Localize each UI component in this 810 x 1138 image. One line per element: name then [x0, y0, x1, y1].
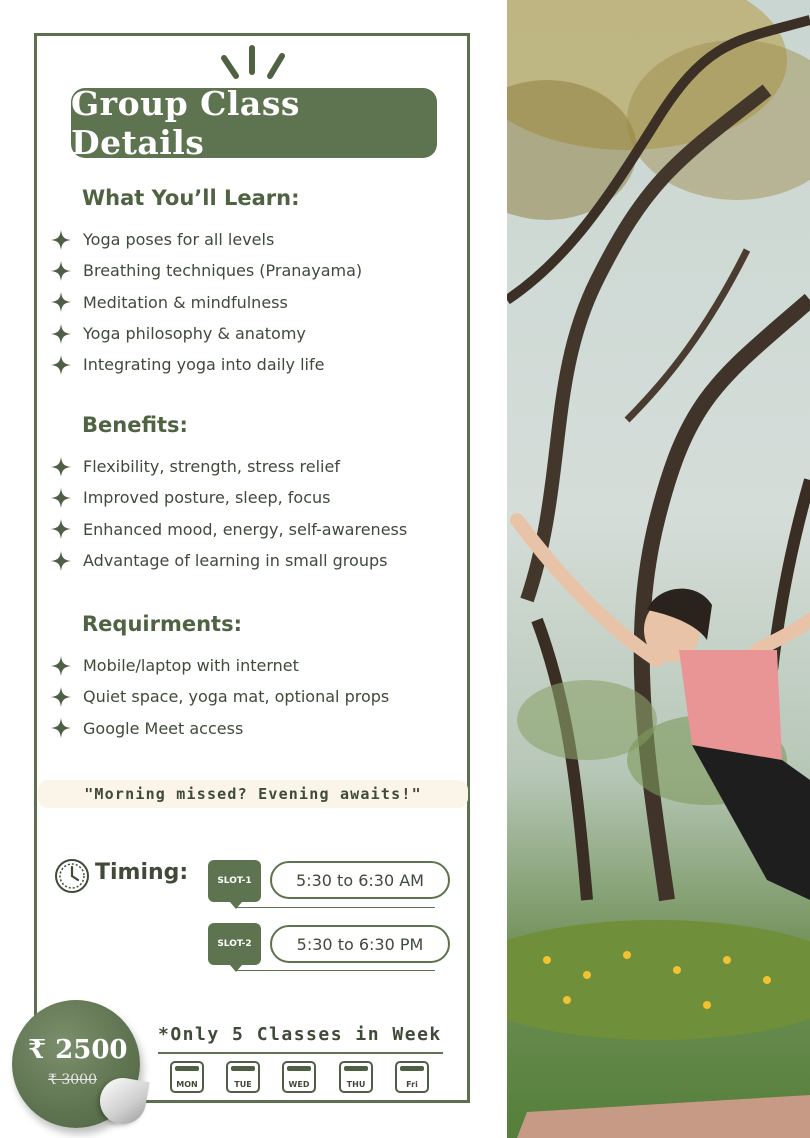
sparkle-star-icon [51, 260, 71, 281]
sparkle-star-icon [51, 655, 71, 676]
list-item-text: Integrating yoga into daily life [83, 355, 325, 375]
sparkle-star-icon [51, 686, 71, 707]
list-item-text: Quiet space, yoga mat, optional props [83, 687, 390, 707]
list-item: Enhanced mood, energy, self-awareness [50, 514, 407, 545]
week-divider [158, 1052, 443, 1054]
list-item: Integrating yoga into daily life [50, 349, 362, 380]
tagline-quote: "Morning missed? Evening awaits!" [38, 780, 468, 808]
list-item-text: Advantage of learning in small groups [83, 551, 388, 571]
calendar-icon: Fri [395, 1061, 429, 1093]
calendar-icon: TUE [226, 1061, 260, 1093]
sparkle-star-icon [51, 292, 71, 313]
slot-1-tag: SLOT-1 [208, 860, 261, 909]
sparkle-star-icon [51, 354, 71, 375]
day-label: MON [176, 1080, 198, 1089]
slot-1-time: 5:30 to 6:30 AM [270, 861, 450, 899]
price-original: ₹ 3000 [48, 1072, 97, 1088]
sparkle-star-icon [51, 550, 71, 571]
day-label: Fri [406, 1080, 418, 1089]
list-item-text: Yoga philosophy & anatomy [83, 324, 306, 344]
sparkle-star-icon [51, 718, 71, 739]
clock-icon [55, 859, 89, 893]
benefits-heading: Benefits: [82, 413, 188, 437]
slot-2-tag: SLOT-2 [208, 923, 261, 972]
list-item: Advantage of learning in small groups [50, 545, 407, 576]
list-item-text: Meditation & mindfulness [83, 292, 288, 312]
photo-illustration [507, 0, 810, 1138]
list-item-text: Breathing techniques (Pranayama) [83, 261, 363, 281]
price-current: ₹ 2500 [28, 1035, 128, 1065]
calendar-icon: WED [282, 1061, 316, 1093]
list-item: Yoga philosophy & anatomy [50, 318, 362, 349]
calendar-icon: MON [170, 1061, 204, 1093]
learn-heading: What You’ll Learn: [82, 186, 300, 210]
burst-decoration-icon [221, 45, 285, 79]
list-item: Google Meet access [50, 713, 389, 744]
list-item-text: Improved posture, sleep, focus [83, 488, 331, 508]
list-item-text: Flexibility, strength, stress relief [83, 457, 340, 477]
list-item: Yoga poses for all levels [50, 224, 362, 255]
sparkle-star-icon [51, 519, 71, 540]
day-label: WED [288, 1080, 310, 1089]
list-item-text: Google Meet access [83, 718, 244, 738]
list-item-text: Yoga poses for all levels [83, 230, 275, 250]
calendar-icon: THU [339, 1061, 373, 1093]
page-title-text: Group Class Details [71, 84, 300, 162]
list-item-text: Enhanced mood, energy, self-awareness [83, 519, 408, 539]
list-item: Breathing techniques (Pranayama) [50, 255, 362, 286]
day-label: TUE [234, 1080, 252, 1089]
list-item: Quiet space, yoga mat, optional props [50, 681, 389, 712]
list-item: Flexibility, strength, stress relief [50, 451, 407, 482]
learn-list: Yoga poses for all levels Breathing tech… [50, 224, 362, 380]
slot-2-underline [235, 970, 435, 971]
sparkle-star-icon [51, 456, 71, 477]
list-item-text: Mobile/laptop with internet [83, 656, 299, 676]
slot-2-time: 5:30 to 6:30 PM [270, 925, 450, 963]
sparkle-star-icon [51, 229, 71, 250]
page-title: Group Class Details [71, 84, 437, 162]
list-item: Mobile/laptop with internet [50, 650, 389, 681]
list-item: Improved posture, sleep, focus [50, 482, 407, 513]
day-label: THU [346, 1080, 366, 1089]
week-note: *Only 5 Classes in Week [158, 1024, 442, 1045]
slot-1-underline [235, 907, 435, 908]
timing-label: Timing: [95, 860, 189, 885]
sparkle-star-icon [51, 487, 71, 508]
list-item: Meditation & mindfulness [50, 287, 362, 318]
sparkle-star-icon [51, 323, 71, 344]
yoga-photo [507, 0, 810, 1138]
benefits-list: Flexibility, strength, stress relief Imp… [50, 451, 407, 576]
requirements-list: Mobile/laptop with internet Quiet space,… [50, 650, 389, 744]
requirements-heading: Requirments: [82, 612, 242, 636]
